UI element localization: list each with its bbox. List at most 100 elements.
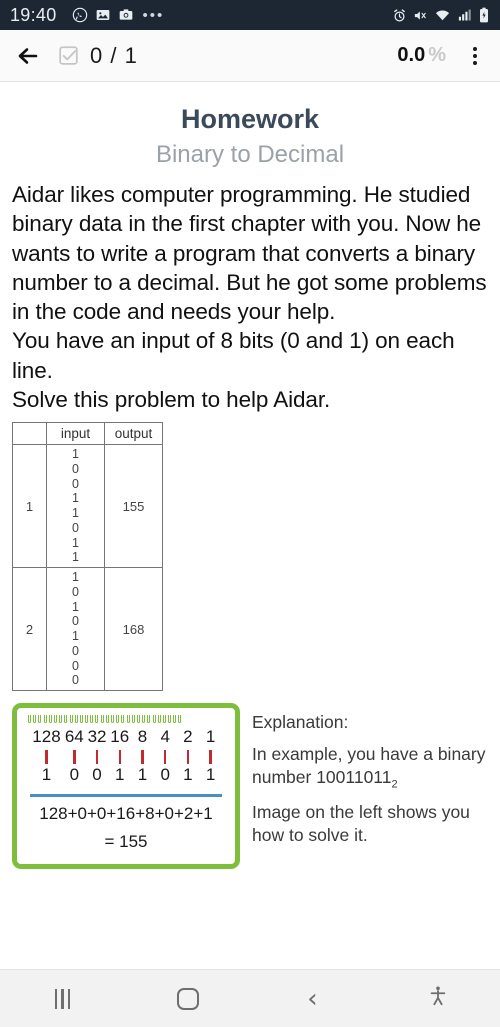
back-button[interactable] — [14, 42, 42, 70]
completion-checkbox[interactable] — [58, 45, 79, 66]
explanation-body-1: In example, you have a binary number 100… — [252, 743, 488, 791]
base-subscript: 2 — [391, 778, 398, 791]
dash-mark-icon — [86, 750, 109, 764]
example-bit: 0 — [69, 765, 80, 784]
explanation-body-2: Image on the left shows you how to solve… — [252, 802, 470, 845]
mapping-dashes-row — [26, 750, 226, 764]
accessibility-icon — [427, 984, 449, 1013]
row-index: 2 — [12, 567, 47, 691]
explanation-block: Explanation: In example, you have a bina… — [240, 703, 488, 846]
bit: 1 — [72, 550, 79, 565]
place-value: 8 — [137, 727, 148, 746]
page-title: Homework — [180, 104, 320, 134]
status-overflow-icon: ••• — [142, 6, 165, 24]
back-chevron-icon: ‹ — [307, 983, 318, 1014]
place-value: 32 — [87, 727, 107, 746]
place-value: 128 — [32, 727, 61, 746]
explanation-line-1: In example, you have a — [252, 744, 433, 765]
alarm-icon — [392, 8, 407, 23]
place-value: 1 — [205, 727, 216, 746]
problem-statement: Aidar likes computer programming. He stu… — [12, 180, 488, 414]
row-index: 1 — [12, 444, 47, 568]
divider-line — [30, 794, 222, 797]
signal-icon — [457, 8, 472, 23]
table-head: input output — [12, 422, 163, 445]
bit-column: 1 0 0 1 1 0 1 1 — [47, 445, 104, 567]
bit: 0 — [72, 614, 79, 629]
table-row: 2 1 0 1 0 1 0 0 0 168 — [12, 567, 163, 691]
example-bit: 1 — [41, 765, 52, 784]
example-bit: 0 — [92, 765, 102, 784]
battery-icon — [478, 7, 490, 23]
accessibility-button[interactable] — [375, 984, 500, 1013]
recents-icon — [54, 988, 71, 1009]
dot-icon — [473, 46, 477, 51]
status-bar-right — [392, 7, 490, 23]
example-bit: 1 — [205, 765, 216, 784]
problem-paragraph-2: You have an input of 8 bits (0 and 1) on… — [12, 328, 455, 383]
dot-icon — [473, 53, 477, 58]
table-header-input: input — [46, 422, 105, 445]
table-row: 1 1 0 0 1 1 0 1 1 155 — [12, 444, 163, 568]
problem-paragraph-1: Aidar likes computer programming. He stu… — [12, 182, 487, 324]
examples-table: input output 1 1 0 0 1 1 0 1 1 155 2 1 0… — [12, 422, 163, 691]
explanation-heading: Explanation: — [252, 712, 349, 732]
row-output: 155 — [104, 444, 163, 568]
row-output: 168 — [104, 567, 163, 691]
whatsapp-icon — [72, 7, 88, 23]
bit: 1 — [72, 570, 79, 584]
page-subtitle: Binary to Decimal — [155, 141, 345, 168]
app-screen: 19:40 ••• 0 / 1 0.0 % Homework Binary to… — [0, 0, 500, 1027]
score-percent-sign: % — [428, 44, 446, 66]
place-value: 64 — [64, 727, 84, 746]
app-toolbar: 0 / 1 0.0 % — [0, 30, 500, 82]
table-header-output: output — [104, 422, 163, 445]
place-value: 16 — [110, 727, 130, 746]
row-input: 1 0 1 0 1 0 0 0 — [46, 567, 105, 691]
bit-column: 1 0 1 0 1 0 0 0 — [47, 568, 104, 690]
image-icon — [95, 7, 111, 23]
dash-mark-icon — [108, 750, 131, 764]
table-header-index — [12, 422, 47, 445]
dash-mark-icon — [30, 750, 63, 764]
overflow-menu-button[interactable] — [464, 43, 486, 69]
example-bit: 1 — [183, 765, 193, 784]
example-bit: 1 — [115, 765, 125, 784]
bit: 0 — [72, 643, 79, 658]
worked-example-image: 128 64 32 16 8 4 2 1 1 0 0 1 1 0 1 1 128… — [12, 703, 240, 869]
status-bar-left: 19:40 ••• — [10, 5, 392, 26]
dash-mark-icon — [177, 750, 200, 764]
table-body: 1 1 0 0 1 1 0 1 1 155 2 1 0 1 0 1 0 0 0 … — [12, 444, 163, 691]
recents-button[interactable] — [0, 988, 125, 1009]
notebook-spiral-icon — [26, 715, 226, 727]
dot-icon — [473, 60, 477, 65]
task-progress-count: 0 / 1 — [90, 42, 138, 68]
bit: 1 — [72, 535, 79, 550]
camera-icon — [118, 7, 134, 23]
dash-mark-icon — [154, 750, 177, 764]
bit: 1 — [72, 629, 79, 643]
sum-result: = 155 — [104, 831, 148, 851]
binary-bits-row: 1 0 0 1 1 0 1 1 — [26, 765, 226, 785]
mute-icon — [413, 8, 428, 23]
status-bar: 19:40 ••• — [0, 0, 500, 30]
nav-back-button[interactable]: ‹ — [250, 986, 375, 1012]
bit: 1 — [72, 599, 79, 614]
row-input: 1 0 0 1 1 0 1 1 — [46, 444, 105, 568]
score-percent-value: 0.0 — [397, 44, 426, 66]
bit: 1 — [72, 447, 79, 461]
home-button[interactable] — [125, 987, 250, 1010]
example-explanation-row: 128 64 32 16 8 4 2 1 1 0 0 1 1 0 1 1 128… — [12, 703, 488, 869]
bit: 1 — [72, 491, 79, 506]
lesson-content: Homework Binary to Decimal Aidar likes c… — [0, 82, 500, 969]
dash-mark-icon — [63, 750, 86, 764]
bit: 0 — [72, 461, 79, 476]
place-value: 4 — [160, 727, 170, 746]
android-nav-bar: ‹ — [0, 969, 500, 1027]
bit: 0 — [72, 520, 79, 535]
example-bit: 0 — [160, 765, 170, 784]
bit: 0 — [72, 673, 79, 688]
wifi-icon — [434, 8, 451, 23]
place-value: 2 — [183, 727, 193, 746]
place-values-row: 128 64 32 16 8 4 2 1 — [26, 727, 226, 747]
